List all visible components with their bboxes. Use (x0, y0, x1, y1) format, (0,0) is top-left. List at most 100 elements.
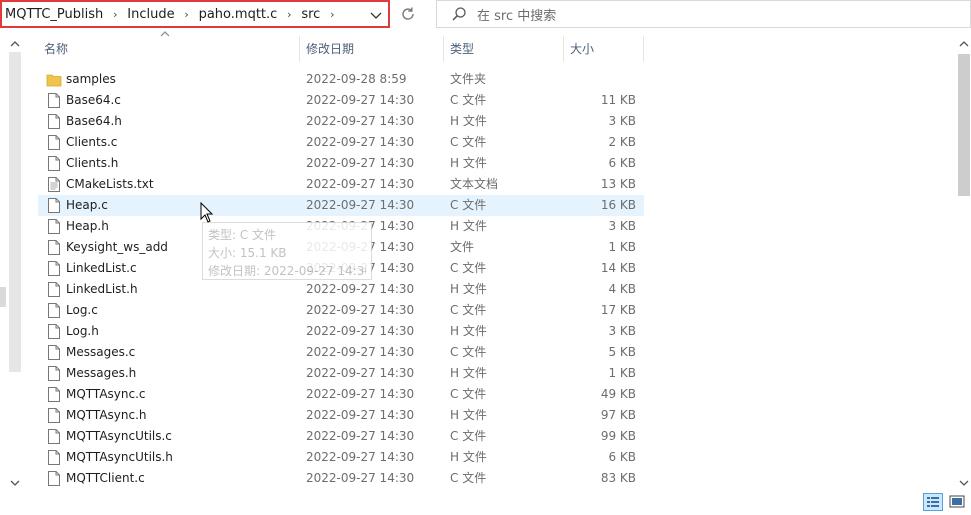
file-icon (48, 387, 60, 402)
file-row[interactable]: MQTTAsync.h 2022-09-27 14:30 H 文件 97 KB (38, 405, 644, 426)
file-type: H 文件 (450, 450, 487, 464)
file-name[interactable]: Base64.c (66, 90, 121, 111)
file-date: 2022-09-28 8:59 (306, 72, 407, 86)
column-name[interactable]: 名称 (38, 36, 300, 62)
column-type[interactable]: 类型 (444, 36, 564, 62)
search-input[interactable]: 在 src 中搜索 (477, 5, 556, 24)
file-date: 2022-09-27 14:30 (306, 303, 415, 317)
search-icon (452, 7, 466, 21)
file-icon (48, 240, 60, 255)
file-type: C 文件 (450, 93, 487, 107)
file-size: 17 KB (600, 303, 636, 317)
file-row[interactable]: CMakeLists.txt 2022-09-27 14:30 文本文档 13 KB (38, 174, 644, 195)
file-row[interactable]: Base64.h 2022-09-27 14:30 H 文件 3 KB (38, 111, 644, 132)
file-icon (48, 366, 60, 381)
file-size: 99 KB (600, 429, 636, 443)
file-row[interactable]: Messages.c 2022-09-27 14:30 C 文件 5 KB (38, 342, 644, 363)
file-icon (48, 219, 60, 234)
file-row[interactable]: LinkedList.h 2022-09-27 14:30 H 文件 4 KB (38, 279, 644, 300)
file-name[interactable]: LinkedList.c (66, 258, 137, 279)
file-icon (48, 408, 60, 423)
file-size: 2 KB (608, 135, 636, 149)
file-size: 3 KB (608, 324, 636, 338)
breadcrumb-paho[interactable]: paho.mqtt.c (196, 7, 281, 22)
file-name[interactable]: LinkedList.h (66, 279, 138, 300)
scrollbar-thumb[interactable] (9, 52, 21, 372)
breadcrumb-src[interactable]: src (298, 7, 323, 22)
file-name[interactable]: MQTTClient.c (66, 468, 145, 489)
scroll-down-icon[interactable] (10, 479, 20, 487)
file-name[interactable]: Heap.c (66, 195, 108, 216)
file-size: 5 KB (608, 345, 636, 359)
file-name[interactable]: Clients.h (66, 153, 118, 174)
file-name[interactable]: Messages.c (66, 342, 135, 363)
file-list-scrollbar[interactable] (957, 36, 971, 493)
file-row[interactable]: Base64.c 2022-09-27 14:30 C 文件 11 KB (38, 90, 644, 111)
file-date: 2022-09-27 14:30 (306, 429, 415, 443)
refresh-icon[interactable] (398, 4, 418, 24)
file-name[interactable]: CMakeLists.txt (66, 174, 154, 195)
details-view-icon[interactable] (923, 493, 943, 511)
scroll-up-icon[interactable] (10, 40, 20, 48)
column-header: 名称 修改日期 类型 大小 (38, 36, 644, 62)
file-name[interactable]: MQTTAsync.c (66, 384, 146, 405)
column-size[interactable]: 大小 (564, 36, 644, 62)
file-row[interactable]: MQTTAsyncUtils.c 2022-09-27 14:30 C 文件 99 K… (38, 426, 644, 447)
chevron-down-icon[interactable] (368, 7, 384, 23)
file-row[interactable]: Clients.h 2022-09-27 14:30 H 文件 6 KB (38, 153, 644, 174)
breadcrumb-separator-icon[interactable]: › (323, 8, 341, 21)
file-name[interactable]: Log.c (66, 300, 98, 321)
file-name[interactable]: samples (66, 69, 116, 90)
file-row[interactable]: samples 2022-09-28 8:59 文件夹 (38, 69, 644, 90)
file-name[interactable]: Log.h (66, 321, 99, 342)
file-name[interactable]: MQTTAsyncUtils.h (66, 447, 173, 468)
file-size: 6 KB (608, 450, 636, 464)
file-date: 2022-09-27 14:30 (306, 471, 415, 485)
large-icons-view-icon[interactable] (947, 493, 967, 511)
file-type: H 文件 (450, 324, 487, 338)
scroll-down-icon[interactable] (959, 479, 969, 487)
file-row[interactable]: Log.h 2022-09-27 14:30 H 文件 3 KB (38, 321, 644, 342)
tooltip-size: 大小: 15.1 KB (208, 246, 287, 260)
breadcrumb-include[interactable]: Include (124, 7, 177, 22)
scroll-up-icon[interactable] (959, 40, 969, 48)
file-icon (48, 429, 60, 444)
file-size: 6 KB (608, 156, 636, 170)
file-row[interactable]: Clients.c 2022-09-27 14:30 C 文件 2 KB (38, 132, 644, 153)
file-name[interactable]: MQTTAsync.h (66, 405, 147, 426)
file-type: H 文件 (450, 156, 487, 170)
breadcrumb-separator-icon[interactable]: › (178, 8, 196, 21)
file-icon (48, 93, 60, 108)
file-date: 2022-09-27 14:30 (306, 345, 415, 359)
file-name[interactable]: Messages.h (66, 363, 136, 384)
file-name[interactable]: Clients.c (66, 132, 117, 153)
file-tooltip: 类型: C 文件 大小: 15.1 KB 修改日期: 2022-09-27 14… (202, 222, 372, 280)
file-name[interactable]: Base64.h (66, 111, 122, 132)
column-date[interactable]: 修改日期 (300, 36, 444, 62)
file-row[interactable]: MQTTClient.c 2022-09-27 14:30 C 文件 83 KB (38, 468, 644, 489)
file-name[interactable]: Heap.h (66, 216, 109, 237)
file-row[interactable]: MQTTAsyncUtils.h 2022-09-27 14:30 H 文件 6 KB (38, 447, 644, 468)
file-row[interactable]: Heap.c 2022-09-27 14:30 C 文件 16 KB (38, 195, 644, 216)
file-type: C 文件 (450, 135, 487, 149)
file-row[interactable]: Messages.h 2022-09-27 14:30 H 文件 1 KB (38, 363, 644, 384)
breadcrumb-separator-icon[interactable]: › (106, 8, 124, 21)
breadcrumb-mqttc-publish[interactable]: MQTTC_Publish (2, 7, 106, 22)
file-row[interactable]: MQTTAsync.c 2022-09-27 14:30 C 文件 49 KB (38, 384, 644, 405)
file-type: H 文件 (450, 219, 487, 233)
file-row[interactable]: Log.c 2022-09-27 14:30 C 文件 17 KB (38, 300, 644, 321)
file-icon (48, 450, 60, 465)
file-size: 4 KB (608, 282, 636, 296)
file-name[interactable]: Keysight_ws_add (66, 237, 168, 258)
scrollbar-thumb[interactable] (958, 54, 970, 196)
search-box[interactable]: 在 src 中搜索 (436, 0, 971, 28)
file-type: C 文件 (450, 261, 487, 275)
address-bar[interactable]: MQTTC_Publish › Include › paho.mqtt.c › … (0, 0, 390, 28)
navigation-pane-scrollbar[interactable] (8, 36, 22, 493)
file-name[interactable]: MQTTAsyncUtils.c (66, 426, 172, 447)
file-date: 2022-09-27 14:30 (306, 114, 415, 128)
file-size: 49 KB (600, 387, 636, 401)
breadcrumb-separator-icon[interactable]: › (280, 8, 298, 21)
pane-splitter[interactable] (0, 287, 6, 307)
file-icon (48, 261, 60, 276)
